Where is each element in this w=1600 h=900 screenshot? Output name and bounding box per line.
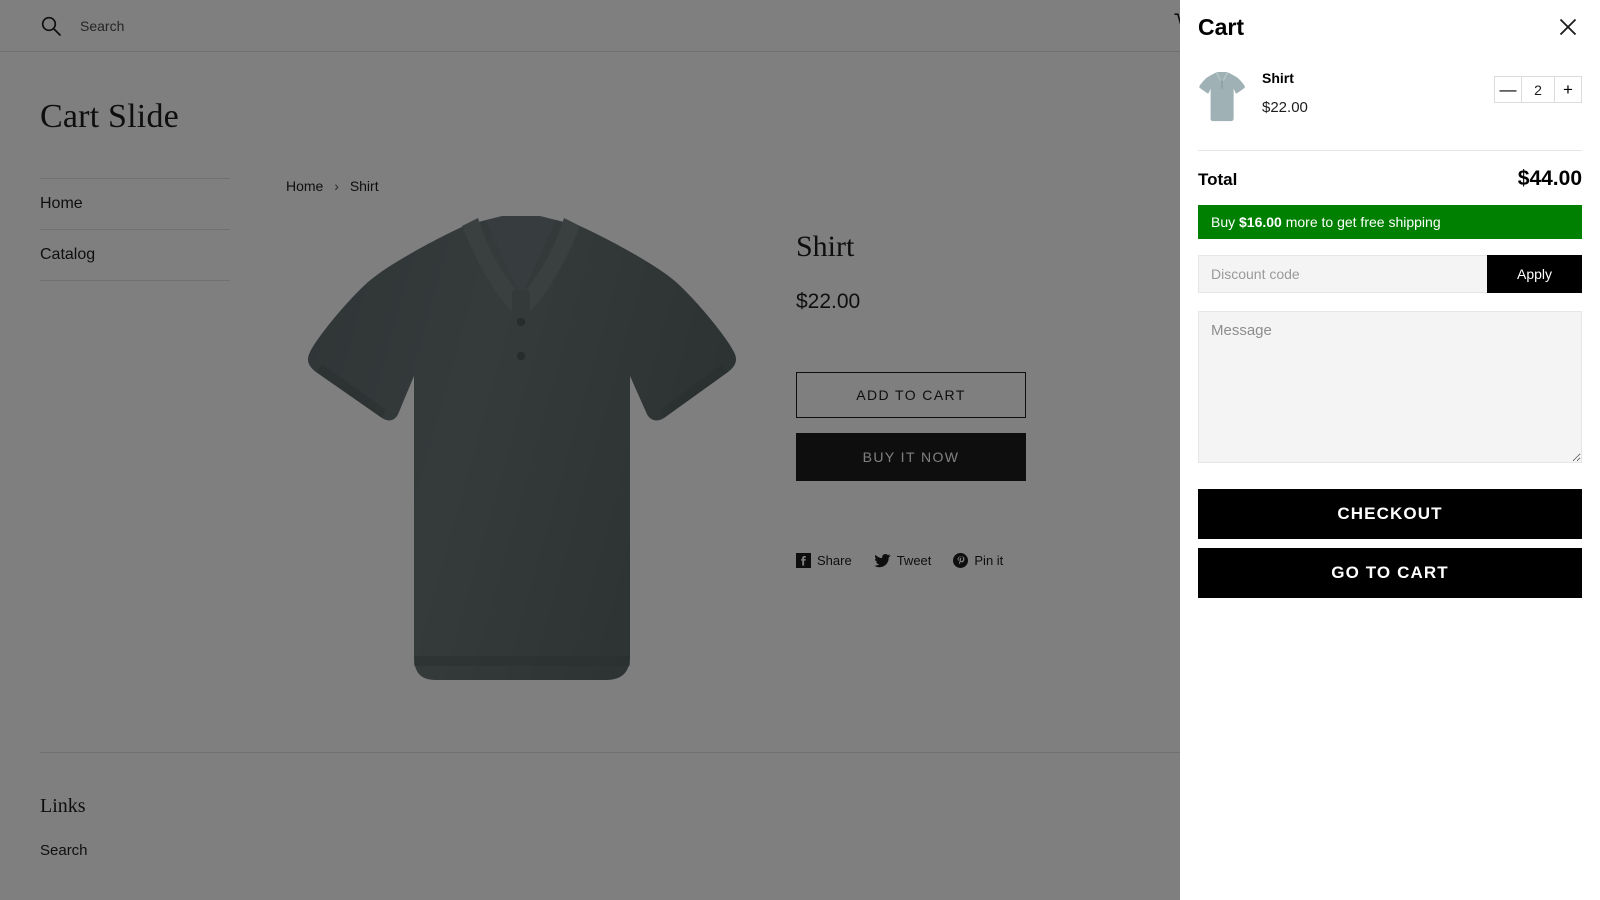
shirt-thumbnail[interactable] — [1198, 68, 1246, 126]
cart-line-item: Shirt $22.00 — + — [1198, 46, 1582, 151]
quantity-increase-button[interactable]: + — [1555, 77, 1581, 102]
cart-item-name[interactable]: Shirt — [1262, 70, 1478, 86]
quantity-input[interactable] — [1521, 77, 1555, 102]
discount-code-input[interactable] — [1198, 255, 1487, 293]
cart-total-row: Total $44.00 — [1198, 151, 1582, 205]
shipping-notice-prefix: Buy — [1211, 214, 1240, 230]
cart-header: Cart — [1198, 0, 1582, 46]
shirt-thumb-illustration — [1199, 71, 1245, 122]
quantity-decrease-button[interactable]: — — [1495, 77, 1521, 102]
shipping-notice-suffix: more to get free shipping — [1281, 214, 1441, 230]
cart-title: Cart — [1198, 13, 1245, 40]
cart-total-label: Total — [1198, 170, 1238, 189]
cart-item-details: Shirt $22.00 — [1262, 68, 1478, 117]
order-message-textarea[interactable] — [1198, 311, 1582, 463]
shipping-notice-amount: $16.00 — [1239, 214, 1282, 230]
quantity-stepper[interactable]: — + — [1494, 76, 1582, 103]
close-cart-button[interactable] — [1554, 13, 1582, 41]
apply-discount-button[interactable]: Apply — [1487, 255, 1582, 293]
cart-item-price: $22.00 — [1262, 99, 1308, 116]
close-icon — [1558, 18, 1578, 40]
cart-drawer: Cart Shirt $22.00 — 2 + Total $44.00 Buy… — [1180, 0, 1600, 900]
discount-row: Apply — [1198, 255, 1582, 293]
free-shipping-notice: Buy $16.00 more to get free shipping — [1198, 205, 1582, 239]
cart-total-value: $44.00 — [1517, 167, 1582, 190]
go-to-cart-button[interactable]: GO TO CART — [1198, 548, 1582, 598]
checkout-button[interactable]: CHECKOUT — [1198, 489, 1582, 539]
